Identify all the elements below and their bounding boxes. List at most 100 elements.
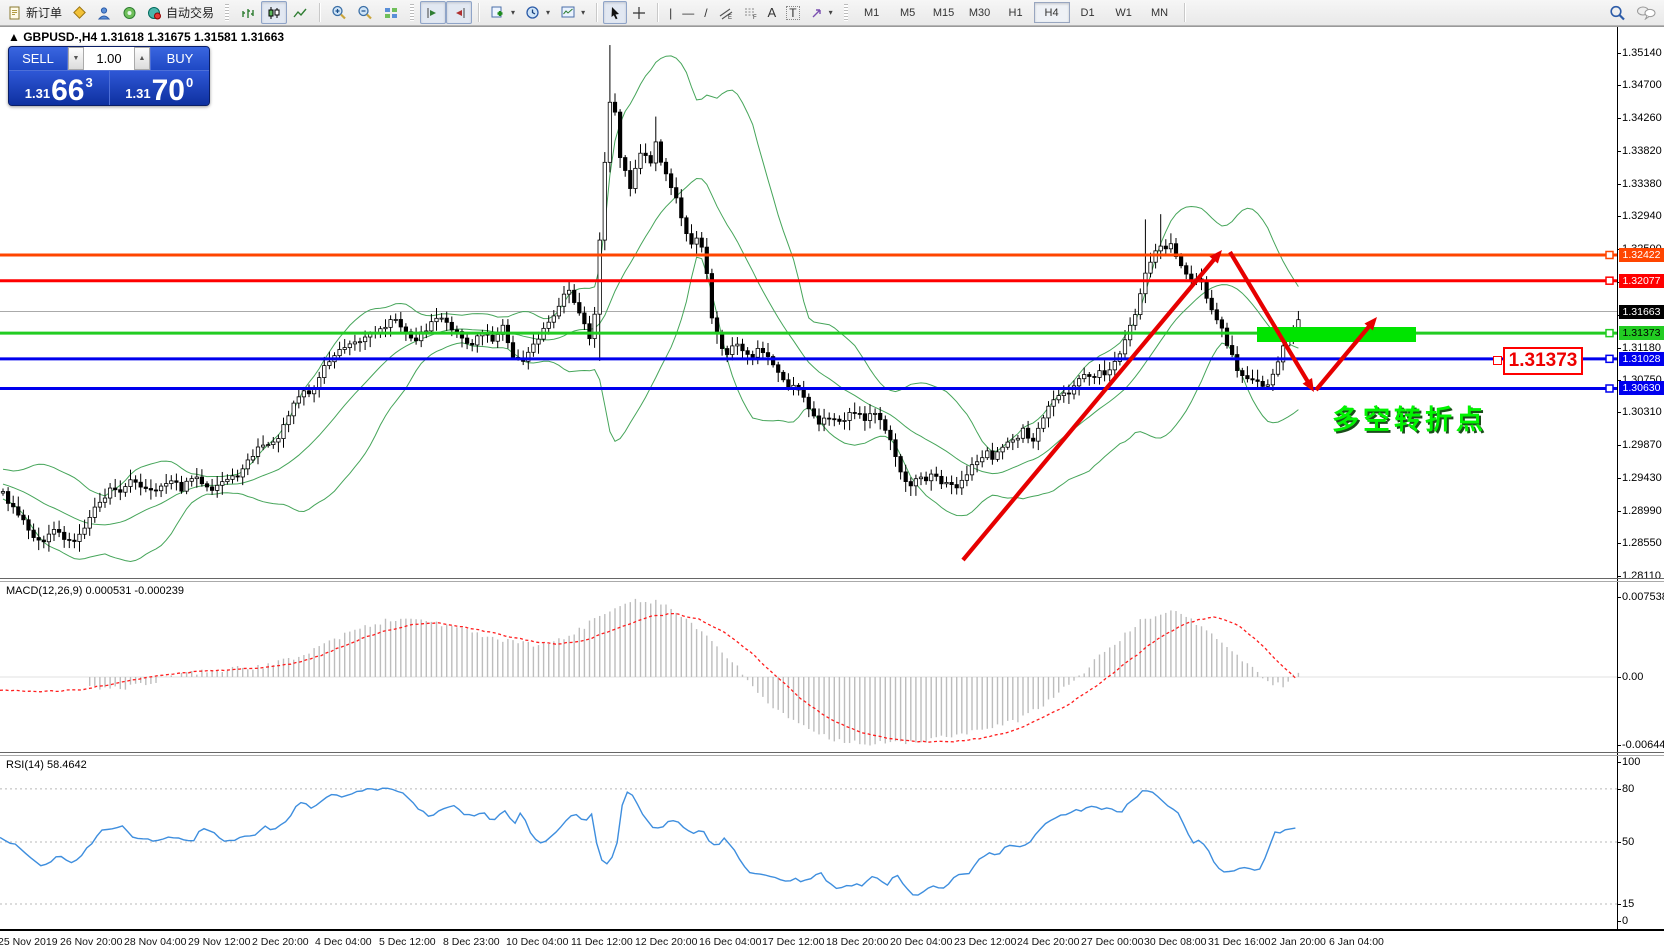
- date-label: 16 Dec 04:00: [699, 936, 761, 948]
- rsi-panel: [0, 788, 1617, 904]
- text-label-icon: T: [786, 6, 799, 20]
- line-chart-button[interactable]: [287, 1, 313, 24]
- svg-text:E: E: [728, 15, 732, 20]
- add-indicator-icon: [490, 5, 506, 20]
- price-axis-label: 1.29430: [1622, 472, 1662, 484]
- timeframe-D1[interactable]: D1: [1070, 2, 1106, 23]
- templates-button[interactable]: ▾: [555, 1, 590, 24]
- hline-handle-1.31028[interactable]: [1606, 355, 1613, 362]
- price-tick: [1617, 184, 1621, 185]
- price-tick: [1617, 380, 1621, 381]
- buy-price[interactable]: 1.31 70 0: [110, 71, 210, 106]
- chat-bubbles-icon: [1636, 5, 1656, 20]
- autotrade-button[interactable]: 自动交易: [142, 1, 219, 24]
- horizontal-line-icon: —: [682, 7, 694, 19]
- date-label: 10 Dec 04:00: [506, 936, 568, 948]
- fibonacci-tool[interactable]: F: [738, 1, 763, 24]
- hline-handle-1.32422[interactable]: [1606, 251, 1613, 258]
- hline-handle-1.31373[interactable]: [1606, 330, 1613, 337]
- callout-anchor-handle[interactable]: [1493, 356, 1502, 365]
- trend-arrow-1[interactable]: [963, 257, 1216, 560]
- trend-arrows: [963, 250, 1377, 560]
- signals-button[interactable]: [117, 1, 142, 24]
- zoom-out-button[interactable]: [352, 1, 378, 24]
- price-callout-box[interactable]: 1.31373: [1503, 347, 1583, 375]
- autotrade-label: 自动交易: [166, 4, 214, 21]
- bollinger-middle: [3, 179, 1298, 525]
- timeframe-M5[interactable]: M5: [890, 2, 926, 23]
- volume-increase-button[interactable]: ▲: [134, 47, 150, 70]
- cursor-tool-button[interactable]: [603, 1, 627, 24]
- panel-separator: [0, 26, 1664, 27]
- price-tick: [1617, 511, 1621, 512]
- gold-diamond-icon: [72, 6, 87, 20]
- timeframe-W1[interactable]: W1: [1106, 2, 1142, 23]
- horizontal-line-tool[interactable]: —: [677, 1, 699, 24]
- time-axis-divider: [0, 929, 1664, 931]
- trend-arrow-2[interactable]: [1230, 252, 1309, 384]
- zoom-in-button[interactable]: [326, 1, 352, 24]
- text-label-tool[interactable]: T: [781, 1, 804, 24]
- new-order-icon: [8, 6, 22, 20]
- tile-windows-button[interactable]: [378, 1, 404, 24]
- price-tick: [1617, 151, 1621, 152]
- sell-button[interactable]: SELL: [9, 47, 68, 70]
- chart-canvas[interactable]: [0, 26, 1664, 950]
- new-order-label: 新订单: [26, 4, 62, 21]
- price-tick: [1617, 85, 1621, 86]
- market-watch-button[interactable]: [67, 1, 92, 24]
- text-tool[interactable]: A: [763, 1, 782, 24]
- turning-point-annotation: 多空转折点: [1332, 398, 1487, 437]
- candlestick-chart-button[interactable]: [261, 1, 287, 24]
- price-axis-label: 1.33380: [1622, 178, 1662, 190]
- sell-price-sup: 3: [85, 75, 92, 90]
- arrows-tool[interactable]: ▾: [805, 1, 838, 24]
- show-profile-left-button[interactable]: [420, 1, 446, 24]
- macd-panel: [0, 599, 1617, 746]
- date-label: 30 Dec 08:00: [1144, 936, 1206, 948]
- date-label: 28 Nov 04:00: [124, 936, 186, 948]
- timeframe-H1[interactable]: H1: [998, 2, 1034, 23]
- vertical-line-icon: |: [669, 7, 672, 19]
- chart-area[interactable]: ▲ GBPUSD-,H4 1.31618 1.31675 1.31581 1.3…: [0, 26, 1664, 950]
- price-tick: [1617, 543, 1621, 544]
- chat-button[interactable]: [1631, 1, 1661, 24]
- tile-windows-icon: [383, 6, 399, 20]
- search-button[interactable]: [1604, 1, 1631, 24]
- buy-price-big: 70: [152, 78, 185, 104]
- timeframe-H4[interactable]: H4: [1034, 2, 1070, 23]
- template-icon: [560, 5, 576, 20]
- buy-button[interactable]: BUY: [150, 47, 209, 70]
- profile-button[interactable]: [92, 1, 117, 24]
- arrows-caret: ▾: [829, 8, 833, 17]
- new-order-button[interactable]: 新订单: [3, 1, 67, 24]
- timeframe-M15[interactable]: M15: [926, 2, 962, 23]
- price-tick: [1617, 445, 1621, 446]
- add-indicator-button[interactable]: ▾: [485, 1, 520, 24]
- panel-separator: [0, 755, 1664, 756]
- rsi-axis-label: 80: [1622, 783, 1634, 795]
- trendline-tool[interactable]: /: [699, 1, 712, 24]
- periods-button[interactable]: ▾: [520, 1, 555, 24]
- show-profile-right-button[interactable]: [446, 1, 472, 24]
- line-chart-icon: [292, 6, 308, 20]
- timeframe-MN[interactable]: MN: [1142, 2, 1178, 23]
- bollinger-lower: [3, 257, 1298, 561]
- crosshair-tool-button[interactable]: [627, 1, 651, 24]
- sell-price[interactable]: 1.31 66 3: [9, 71, 110, 106]
- timeframe-M1[interactable]: M1: [854, 2, 890, 23]
- volume-input[interactable]: [84, 47, 134, 70]
- bar-chart-button[interactable]: [235, 1, 261, 24]
- current-price-tag: 1.31663: [1619, 305, 1664, 319]
- cursor-icon: [608, 6, 622, 20]
- hline-handle-1.30630[interactable]: [1606, 385, 1613, 392]
- volume-decrease-button[interactable]: ▼: [68, 47, 84, 70]
- hline-handle-1.32077[interactable]: [1606, 277, 1613, 284]
- profile-arrow-end-icon: [451, 6, 467, 20]
- vertical-line-tool[interactable]: |: [664, 1, 677, 24]
- rsi-axis-label: 15: [1622, 898, 1634, 910]
- channel-tool[interactable]: E: [713, 1, 738, 24]
- panel-separator: [0, 581, 1664, 582]
- price-axis-label: 1.34260: [1622, 112, 1662, 124]
- timeframe-M30[interactable]: M30: [962, 2, 998, 23]
